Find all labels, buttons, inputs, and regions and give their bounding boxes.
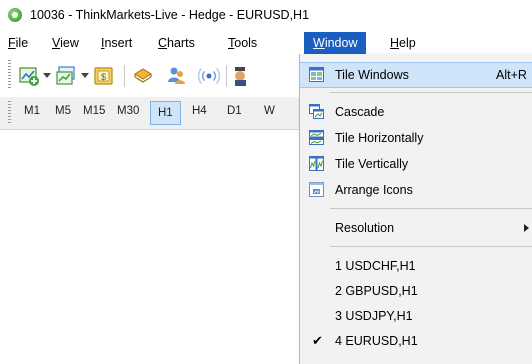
- menu-separator-3: [330, 246, 532, 247]
- menu-view[interactable]: View: [52, 36, 79, 50]
- tile-windows-icon: [309, 67, 324, 82]
- menu-file-accel: F: [8, 36, 16, 50]
- window-3-label: 3 USDJPY,H1: [335, 309, 413, 323]
- menu-item-tile-horizontally[interactable]: Tile Horizontally: [300, 126, 532, 150]
- arrange-icons-label: Arrange Icons: [335, 183, 413, 197]
- profiles-icon[interactable]: [55, 65, 77, 87]
- timeframe-h1[interactable]: H1: [150, 101, 181, 125]
- svg-text:$: $: [101, 72, 106, 82]
- menu-item-window-4[interactable]: ✔ 4 EURUSD,H1: [300, 329, 532, 353]
- menu-window-accel: W: [313, 36, 325, 50]
- timeframe-m1[interactable]: M1: [24, 105, 40, 117]
- timeframe-w1[interactable]: W: [264, 105, 275, 117]
- menu-insert-rest: nsert: [104, 36, 133, 50]
- app-logo-icon: [8, 8, 22, 22]
- timeframe-m5[interactable]: M5: [55, 105, 71, 117]
- expert-icon[interactable]: [232, 65, 246, 87]
- menu-tools[interactable]: Tools: [228, 36, 257, 50]
- timeframe-m30[interactable]: M30: [117, 105, 139, 117]
- window-2-label: 2 GBPUSD,H1: [335, 284, 418, 298]
- menu-separator-2: [330, 208, 532, 209]
- signals-icon[interactable]: [197, 65, 221, 87]
- menu-item-window-1[interactable]: 1 USDCHF,H1: [300, 254, 532, 278]
- timeframe-h4[interactable]: H4: [192, 105, 207, 117]
- menu-file-rest: ile: [15, 36, 29, 50]
- new-chart-icon[interactable]: [18, 65, 40, 87]
- menu-help-accel: H: [390, 36, 400, 50]
- menu-item-tile-vertically[interactable]: Tile Vertically: [300, 152, 532, 176]
- checkmark-icon: ✔: [312, 333, 323, 348]
- menu-file[interactable]: File: [8, 36, 28, 50]
- menu-help[interactable]: Help: [390, 36, 416, 50]
- chart-area-border: [0, 129, 300, 130]
- menu-charts-rest: harts: [167, 36, 195, 50]
- menu-view-accel: V: [52, 36, 61, 50]
- timeframe-m15[interactable]: M15: [83, 105, 105, 117]
- toolbar-separator-2: [226, 65, 227, 87]
- window-4-label: 4 EURUSD,H1: [335, 334, 418, 348]
- tile-vertically-label: Tile Vertically: [335, 157, 409, 171]
- arrange-icons-icon: [309, 182, 324, 197]
- menu-charts-accel: C: [158, 36, 168, 50]
- standard-toolbar: $: [0, 57, 300, 95]
- submenu-arrow-icon: [524, 224, 529, 232]
- toolbar-separator: [124, 65, 125, 87]
- timeframe-d1[interactable]: D1: [227, 105, 242, 117]
- resolution-label: Resolution: [335, 221, 395, 235]
- tile-horizontally-label: Tile Horizontally: [335, 131, 424, 145]
- tile-windows-shortcut: Alt+R: [496, 68, 527, 82]
- tile-horizontally-icon: [309, 130, 324, 145]
- timeframes-toolbar-grip[interactable]: [8, 101, 11, 125]
- menu-insert[interactable]: Insert: [101, 36, 132, 50]
- tile-vertically-icon: [309, 156, 324, 171]
- window-1-label: 1 USDCHF,H1: [335, 259, 416, 273]
- menu-view-rest: iew: [60, 36, 79, 50]
- menu-item-cascade[interactable]: Cascade: [300, 100, 532, 124]
- window-title: 10036 - ThinkMarkets-Live - Hedge - EURU…: [30, 8, 310, 22]
- menu-window[interactable]: Window: [304, 32, 367, 54]
- menu-item-resolution[interactable]: Resolution: [300, 216, 532, 240]
- profiles-dropdown-icon[interactable]: [81, 73, 89, 78]
- menu-item-window-3[interactable]: 3 USDJPY,H1: [300, 304, 532, 328]
- tile-windows-label: Tile Windows: [335, 68, 409, 82]
- timeframes-toolbar: M1 M5 M15 M30 H1 H4 D1 W: [0, 97, 300, 129]
- menu-item-arrange-icons[interactable]: Arrange Icons: [300, 178, 532, 202]
- cascade-label: Cascade: [335, 105, 385, 119]
- new-chart-dropdown-icon[interactable]: [43, 73, 51, 78]
- cascade-icon: [309, 104, 324, 119]
- toolbar-grip[interactable]: [8, 60, 11, 90]
- menu-item-tile-windows[interactable]: Tile Windows Alt+R: [300, 62, 532, 88]
- menu-help-rest: elp: [399, 36, 416, 50]
- menu-separator-1: [330, 92, 532, 93]
- market-watch-icon[interactable]: $: [93, 65, 115, 87]
- window-menu-dropdown: Tile Windows Alt+R Cascade Tile Horizont…: [299, 54, 532, 364]
- metaeditor-icon[interactable]: [132, 65, 154, 87]
- menu-window-rest: indow: [324, 36, 358, 50]
- menu-tools-rest: ools: [234, 36, 258, 50]
- menu-bar: File View Insert Charts Tools Window Hel…: [0, 32, 532, 54]
- menu-item-window-2[interactable]: 2 GBPUSD,H1: [300, 279, 532, 303]
- menu-charts[interactable]: Charts: [158, 36, 195, 50]
- title-bar: 10036 - ThinkMarkets-Live - Hedge - EURU…: [0, 0, 532, 30]
- navigator-icon[interactable]: [166, 65, 188, 87]
